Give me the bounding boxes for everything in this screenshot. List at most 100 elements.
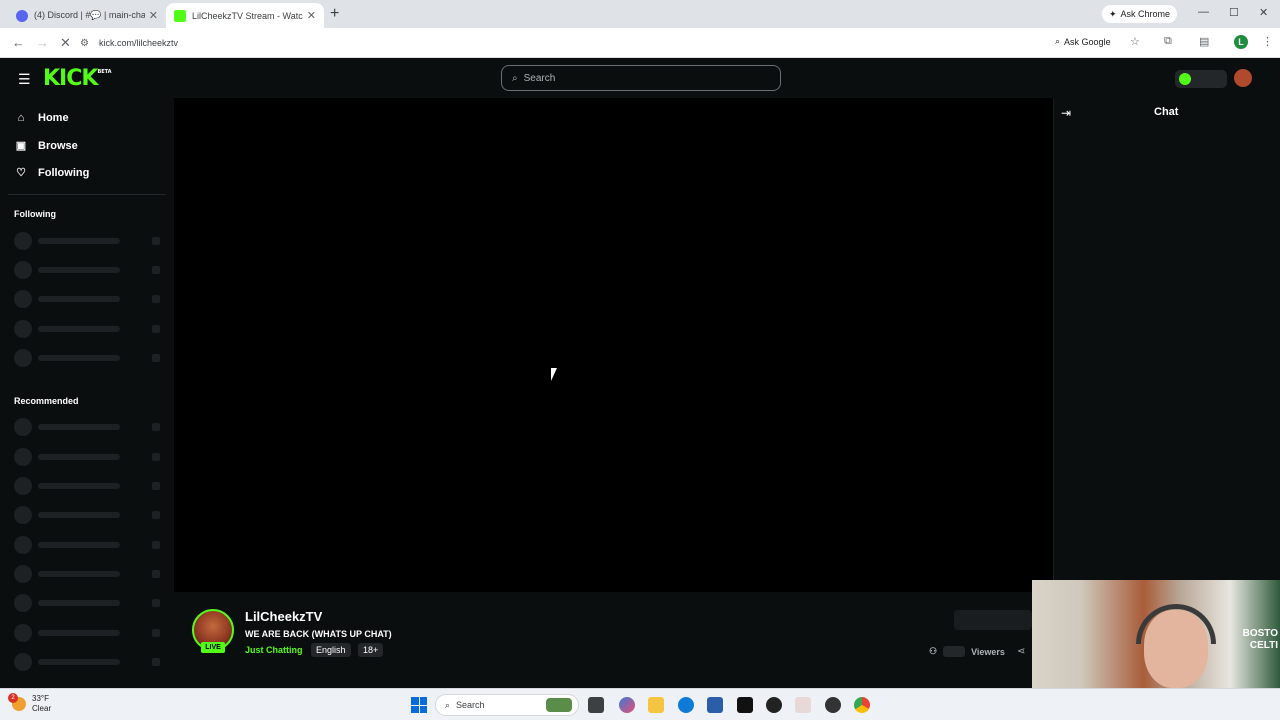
stream-title: WE ARE BACK (WHATS UP CHAT) [245, 629, 392, 639]
live-badge: LIVE [201, 642, 225, 653]
new-tab-button[interactable]: + [330, 5, 339, 23]
weather-widget[interactable]: 2 33°F Clear [8, 693, 52, 714]
viewer-count: ⚇ Viewers [929, 646, 1005, 657]
kick-header: ☰ KICKBETA ⌕ Search [0, 58, 1280, 98]
kick-favicon-icon [174, 9, 186, 22]
channel-name[interactable]: LilCheekzTV [245, 609, 322, 624]
side-panel-icon[interactable]: ▤ [1199, 35, 1209, 48]
tag-mature[interactable]: 18+ [358, 643, 384, 657]
app-icon[interactable] [795, 697, 811, 713]
skeleton-channel-row [14, 290, 164, 308]
minimize-icon[interactable]: — [1198, 6, 1209, 18]
windows-taskbar: 2 33°F Clear ⌕ Search [0, 688, 1280, 720]
close-tab-icon[interactable]: ✕ [307, 9, 316, 22]
chrome-icon[interactable] [854, 697, 870, 713]
user-avatar[interactable] [1234, 69, 1252, 87]
site-info-icon[interactable]: ⚙ [80, 38, 89, 49]
sidebar-item-following[interactable]: ♡ Following [14, 166, 90, 180]
skeleton-channel-row [14, 624, 164, 642]
sidebar: ⌂ Home ▣ Browse ♡ Following Following Re… [0, 98, 174, 688]
file-explorer-icon[interactable] [648, 697, 664, 713]
search-icon: ⌕ [512, 72, 518, 84]
skeleton-channel-row [14, 448, 164, 466]
skeleton-channel-row [14, 349, 164, 367]
app-icon[interactable] [825, 697, 841, 713]
ask-chrome-label: Ask Chrome [1120, 9, 1171, 19]
tab-kick-stream[interactable]: LilCheekzTV Stream - Watch Li... ✕ [166, 3, 324, 28]
url-text: kick.com/lilcheekztv [98, 38, 178, 48]
viewers-label: Viewers [971, 646, 1005, 657]
search-icon: ⌕ [445, 699, 451, 710]
ask-chrome-button[interactable]: ✦ Ask Chrome [1102, 5, 1178, 23]
extensions-icon[interactable]: ⧉ [1164, 35, 1172, 48]
notification-badge: 2 [8, 693, 18, 703]
kick-coin-icon [1179, 73, 1191, 85]
menu-kebab-icon[interactable]: ⋮ [1262, 35, 1273, 48]
collapse-chat-icon[interactable]: ⇥ [1061, 106, 1071, 120]
bookmark-star-icon[interactable]: ☆ [1130, 35, 1140, 48]
close-tab-icon[interactable]: ✕ [149, 9, 158, 22]
share-icon[interactable]: ⋖ [1017, 646, 1025, 657]
user-status-pill[interactable] [1175, 70, 1227, 88]
logo-text: KICK [43, 66, 98, 91]
skeleton-channel-row [14, 565, 164, 583]
close-window-icon[interactable]: ✕ [1259, 6, 1268, 19]
sidebar-item-label: Following [38, 166, 90, 179]
search-highlight-icon [546, 698, 572, 712]
beta-badge: BETA [97, 69, 112, 75]
browser-tab-bar: (4) Discord | #💬 | main-chat | ... ✕ Lil… [0, 0, 1280, 28]
skeleton-channel-row [14, 418, 164, 436]
skeleton-channel-row [14, 232, 164, 250]
sparkle-icon: ✦ [1109, 8, 1117, 19]
skeleton-channel-row [14, 477, 164, 495]
search-input[interactable]: ⌕ Search [501, 65, 781, 91]
profile-avatar[interactable]: L [1234, 35, 1248, 49]
tab-title: LilCheekzTV Stream - Watch Li... [192, 10, 303, 21]
banner-line-1: BOSTO [1242, 628, 1278, 639]
lens-icon: ⌕ [1055, 36, 1061, 46]
heart-icon: ♡ [16, 167, 26, 179]
search-placeholder: Search [523, 72, 556, 84]
following-section-title: Following [14, 209, 56, 219]
taskbar-search[interactable]: ⌕ Search [435, 694, 579, 716]
sidebar-item-home[interactable]: ⌂ Home [14, 112, 69, 124]
kick-logo[interactable]: KICKBETA [43, 66, 112, 91]
sidebar-item-label: Home [38, 112, 69, 124]
copilot-icon[interactable] [619, 697, 635, 713]
windows-start-icon[interactable] [411, 697, 427, 713]
store-icon[interactable] [707, 697, 723, 713]
stop-loading-icon[interactable]: ✕ [60, 35, 71, 51]
forward-icon[interactable]: → [36, 35, 49, 50]
browse-icon: ▣ [15, 140, 27, 152]
tab-title: (4) Discord | #💬 | main-chat | ... [34, 10, 145, 20]
skeleton-channel-row [14, 506, 164, 524]
sidebar-divider [8, 194, 166, 195]
task-view-icon[interactable] [588, 697, 604, 713]
app-icon[interactable] [766, 697, 782, 713]
tag-language[interactable]: English [311, 643, 351, 657]
skeleton-channel-row [14, 320, 164, 338]
app-icon[interactable] [737, 697, 753, 713]
sidebar-item-browse[interactable]: ▣ Browse [14, 139, 78, 153]
tab-discord[interactable]: (4) Discord | #💬 | main-chat | ... ✕ [8, 3, 166, 28]
ask-google-button[interactable]: ⌕ Ask Google [1055, 36, 1111, 47]
back-icon[interactable]: ← [12, 35, 25, 50]
browser-toolbar: ← → ✕ ⚙ kick.com/lilcheekztv ⌕ Ask Googl… [0, 28, 1280, 58]
hamburger-menu-icon[interactable]: ☰ [18, 71, 31, 88]
viewers-icon: ⚇ [929, 646, 938, 656]
viewer-count-skeleton [943, 646, 966, 657]
mouse-cursor [551, 368, 563, 381]
weather-condition: Clear [32, 704, 52, 713]
banner-line-2: CELTI [1249, 640, 1278, 651]
maximize-icon[interactable]: ☐ [1229, 6, 1239, 19]
weather-icon: 2 [8, 693, 26, 711]
skeleton-channel-row [14, 261, 164, 279]
sidebar-item-label: Browse [38, 139, 78, 152]
skeleton-channel-row [14, 536, 164, 554]
edge-icon[interactable] [678, 697, 694, 713]
address-bar[interactable]: ⚙ kick.com/lilcheekztv [80, 32, 1080, 54]
stream-category-link[interactable]: Just Chatting [245, 645, 303, 655]
headset [1136, 604, 1216, 644]
stream-info-bar: LIVE LilCheekzTV WE ARE BACK (WHATS UP C… [174, 592, 1032, 688]
video-player[interactable] [174, 98, 1053, 592]
